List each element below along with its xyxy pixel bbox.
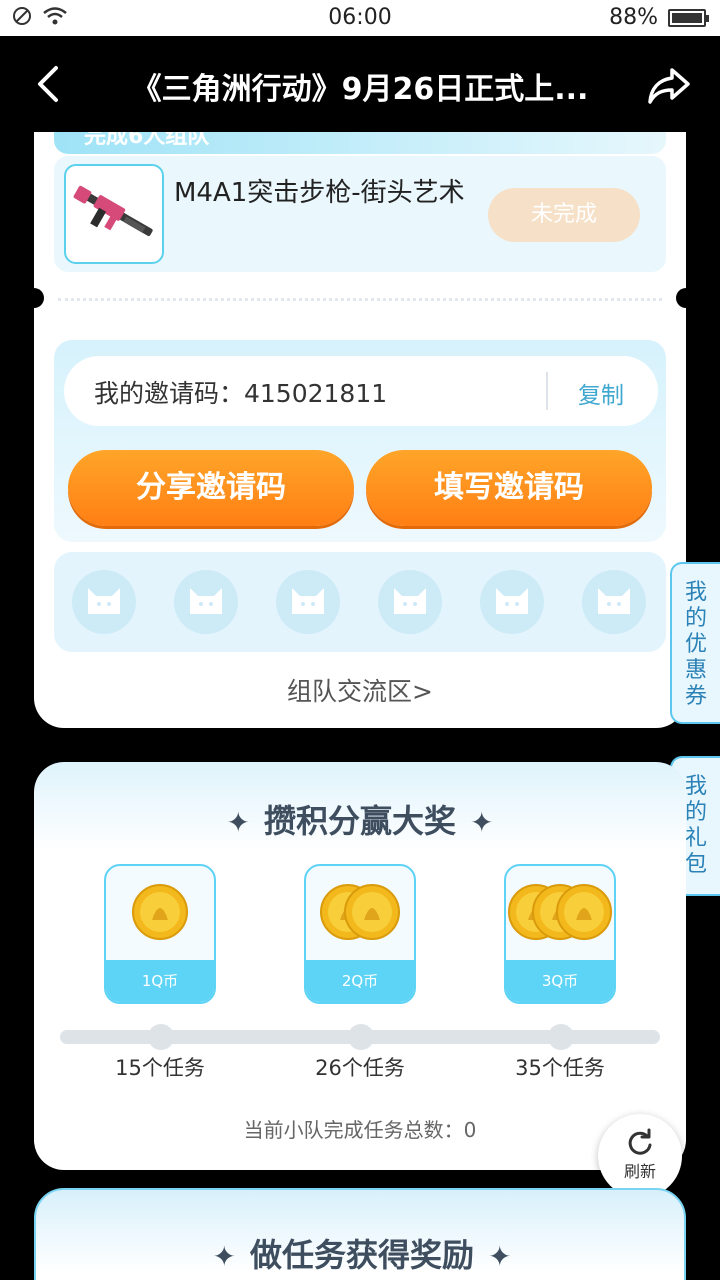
placeholder-avatar-icon [598,588,630,614]
invite-code-field: 我的邀请码：415021811 复制 [64,356,658,426]
milestone-task-count: 15个任务 [115,1056,205,1080]
milestone-dot [548,1024,574,1050]
empty-member-slot[interactable] [72,570,136,634]
placeholder-avatar-icon [292,588,324,614]
accumulate-title: ✦ 攒积分赢大奖 ✦ [34,796,686,842]
placeholder-avatar-icon [496,588,528,614]
refresh-label: 刷新 [623,1162,656,1181]
milestone-dot [348,1024,374,1050]
battery-icon [668,8,709,27]
share-icon[interactable] [646,62,692,108]
reward-tier: 3Q币 [504,864,616,1004]
nav-bar: 《三角洲行动》9月26日正式上... [0,36,720,132]
reward-tier: 1Q币 [104,864,216,1004]
milestone-task-count: 26个任务 [315,1056,405,1080]
sparkle-icon: ✦ [226,806,250,839]
qcoin [132,884,188,940]
empty-member-slot[interactable] [480,570,544,634]
fill-invite-button[interactable]: 填写邀请码 [366,450,652,526]
milestone-dot [148,1024,174,1050]
tier-reward-label: 2Q币 [306,960,414,1002]
reward-name: M4A1突击步枪-街头艺术 [174,178,465,208]
qcoin [344,884,400,940]
reward-tier: 2Q币 [304,864,416,1004]
ticket-notch-right [676,288,696,308]
tasks-card: ✦ 做任务获得奖励 ✦ [34,1188,686,1280]
incomplete-button[interactable]: 未完成 [488,188,640,242]
rifle-thumbnail [64,164,164,264]
progress-track [60,1024,660,1050]
empty-member-slot[interactable] [582,570,646,634]
dotted-divider [58,298,662,301]
team-members-row [54,552,666,652]
team-header: 完成6人组队 [54,132,666,154]
sparkle-icon: ✦ [488,1240,512,1273]
milestone-task-count: 35个任务 [515,1056,605,1080]
team-header-text: 完成6人组队 [84,132,210,149]
team-task-total: 当前小队完成任务总数：0 [243,1118,477,1142]
placeholder-avatar-icon [190,588,222,614]
status-bar: 06:00 88% [0,0,720,36]
accumulate-card: ✦ 攒积分赢大奖 ✦ 1Q币 2Q币 3Q币 15个任务 26个任务 35个任务 当… [34,762,686,1170]
sparkle-icon: ✦ [212,1240,236,1273]
rifle-icon [73,185,153,236]
copy-button[interactable]: 复制 [578,376,624,410]
tier-reward-label: 1Q币 [106,960,214,1002]
ticket-notch-left [24,288,44,308]
sparkle-icon: ✦ [470,806,494,839]
share-invite-button[interactable]: 分享邀请码 [68,450,354,526]
empty-member-slot[interactable] [378,570,442,634]
tasks-title-text: 做任务获得奖励 [249,1236,474,1274]
placeholder-avatar-icon [394,588,426,614]
team-card: 完成6人组队 M4A1突击步枪-街头艺术 未完成 我的邀请码：415021811… [34,132,686,728]
my-coupons-label: 我的优惠券 [684,580,707,709]
team-chat-link[interactable]: 组队交流区> [34,672,686,708]
refresh-button[interactable]: 刷新 [598,1114,682,1198]
qcoin-icon [132,884,188,940]
battery-percent: 88% [609,5,658,30]
empty-member-slot[interactable] [174,570,238,634]
invite-code-label: 我的邀请码：415021811 [94,379,388,408]
back-arrow-icon[interactable] [30,62,70,106]
placeholder-avatar-icon [88,588,120,614]
tasks-title: ✦ 做任务获得奖励 ✦ [36,1230,688,1276]
accumulate-title-text: 攒积分赢大奖 [263,802,456,840]
divider [546,372,548,410]
refresh-icon [628,1128,652,1155]
tier-reward-label: 3Q币 [506,960,614,1002]
qcoin-icon [508,884,612,940]
invite-section: 我的邀请码：415021811 复制 分享邀请码 填写邀请码 [54,340,666,542]
page-title: 《三角洲行动》9月26日正式上... [131,72,589,107]
my-coupons-tab[interactable]: 我的优惠券 [670,562,720,724]
reward-item: M4A1突击步枪-街头艺术 未完成 [54,156,666,272]
qcoin [556,884,612,940]
empty-member-slot[interactable] [276,570,340,634]
qcoin-icon [320,884,400,940]
